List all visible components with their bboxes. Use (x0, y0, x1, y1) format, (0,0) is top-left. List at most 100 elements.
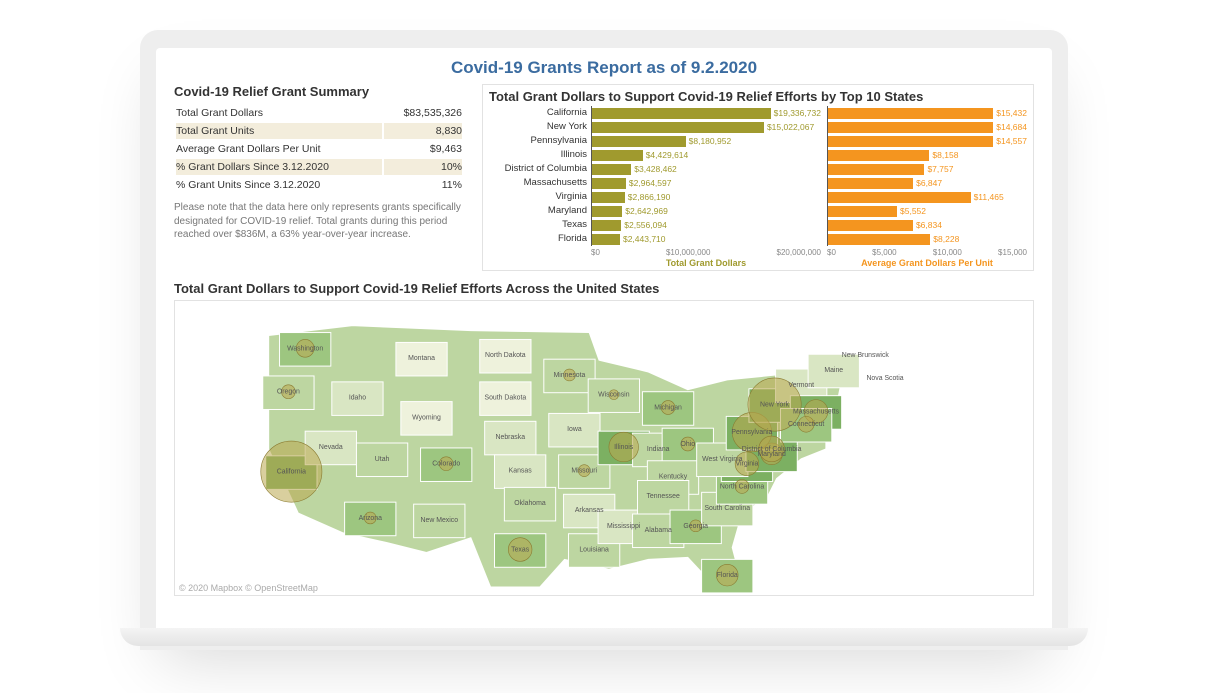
bar-row[interactable]: $15,022,067 (592, 120, 821, 134)
state-label: Maine (824, 367, 843, 374)
state-label: Wyoming (412, 414, 441, 421)
top10-bar-chart[interactable]: Total Grant Dollars to Support Covid-19 … (482, 84, 1034, 271)
bar[interactable] (592, 192, 625, 203)
laptop-base (120, 628, 1088, 646)
bar[interactable] (592, 108, 771, 119)
state-label: Idaho (349, 395, 366, 402)
bar-value-label: $14,557 (996, 136, 1027, 146)
bar[interactable] (828, 178, 913, 189)
bar-value-label: $6,834 (916, 220, 942, 230)
state-label: Indiana (647, 446, 670, 453)
bar-row[interactable]: $2,964,597 (592, 176, 821, 190)
bar-row[interactable]: $6,834 (828, 218, 1027, 232)
state-label: Texas (511, 546, 530, 553)
usa-map[interactable]: WashingtonOregonCaliforniaNevadaIdahoMon… (175, 301, 1033, 593)
bar-row[interactable]: $7,757 (828, 162, 1027, 176)
bar-row[interactable]: $14,557 (828, 134, 1027, 148)
state-label: Mississippi (607, 523, 641, 530)
table-row: Total Grant Dollars$83,535,326 (176, 105, 462, 121)
state-label: New York (760, 402, 790, 409)
state-label: Missouri (571, 468, 597, 475)
state-label: Georgia (683, 523, 708, 530)
state-label: Florida (717, 572, 738, 579)
bar-row[interactable]: $4,429,614 (592, 148, 821, 162)
summary-title: Covid-19 Relief Grant Summary (174, 84, 464, 99)
axis-ticks-avg: $0 $5,000 $10,000 $15,000 (827, 248, 1027, 257)
bar-value-label: $6,847 (916, 178, 942, 188)
bar-row[interactable]: $5,552 (828, 204, 1027, 218)
axis-label-avg: Average Grant Dollars Per Unit (827, 258, 1027, 268)
state-label: Oregon (277, 389, 300, 396)
bar[interactable] (828, 122, 993, 133)
bar-value-label: $5,552 (900, 206, 926, 216)
table-row: Total Grant Units8,830 (176, 123, 462, 139)
map-chart[interactable]: WashingtonOregonCaliforniaNevadaIdahoMon… (174, 300, 1034, 596)
bar-value-label: $2,443,710 (623, 234, 666, 244)
bar[interactable] (592, 220, 621, 231)
bar-category-labels: CaliforniaNew YorkPennsylvaniaIllinoisDi… (489, 106, 591, 246)
state-label: North Carolina (720, 483, 765, 490)
bar[interactable] (592, 206, 622, 217)
bar[interactable] (828, 206, 897, 217)
axis-ticks-dollars: $0 $10,000,000 $20,000,000 (591, 248, 821, 257)
bar-row[interactable]: $2,443,710 (592, 232, 821, 246)
state-label: New Brunswick (842, 352, 890, 359)
bar[interactable] (592, 122, 764, 133)
state-label: New Mexico (421, 517, 459, 524)
state-label: Utah (375, 456, 390, 463)
bar-row[interactable]: $15,432 (828, 106, 1027, 120)
state-label: Connecticut (788, 421, 824, 428)
bar[interactable] (592, 164, 631, 175)
bar[interactable] (828, 136, 993, 147)
bar[interactable] (592, 150, 643, 161)
state-label: Minnesota (554, 372, 586, 379)
bar[interactable] (592, 136, 686, 147)
state-label: Louisiana (579, 546, 609, 553)
state-label: District of Columbia (742, 446, 802, 453)
bar-value-label: $8,228 (933, 234, 959, 244)
bar-row[interactable]: $2,642,969 (592, 204, 821, 218)
bar-row[interactable]: $8,158 (828, 148, 1027, 162)
bar-chart-total-dollars[interactable]: $19,336,732 $15,022,067 $8,180,952$4,429,6… (591, 106, 821, 246)
bar-row[interactable]: $2,556,094 (592, 218, 821, 232)
bar-chart-avg-per-unit[interactable]: $15,432 $14,684 $14,557 $8,158 $7,757 $6,847 $… (827, 106, 1027, 246)
bar[interactable] (828, 192, 971, 203)
bar[interactable] (592, 178, 626, 189)
bars-title: Total Grant Dollars to Support Covid-19 … (489, 89, 1027, 104)
bar-value-label: $2,866,190 (628, 192, 671, 202)
map-section: Total Grant Dollars to Support Covid-19 … (174, 281, 1034, 596)
bar-row[interactable]: $8,228 (828, 232, 1027, 246)
bar-row[interactable]: $3,428,462 (592, 162, 821, 176)
state-label: Kentucky (659, 474, 688, 481)
bar-row[interactable]: $19,336,732 (592, 106, 821, 120)
state-label: Vermont (788, 382, 814, 389)
state-label: West Virginia (702, 456, 743, 463)
bar[interactable] (828, 220, 913, 231)
summary-table: Total Grant Dollars$83,535,326 Total Gra… (174, 103, 464, 195)
map-attribution: © 2020 Mapbox © OpenStreetMap (179, 583, 318, 593)
bar[interactable] (828, 150, 929, 161)
bar-value-label: $15,022,067 (767, 122, 814, 132)
bar-value-label: $8,158 (932, 150, 958, 160)
bar[interactable] (828, 234, 930, 245)
bar[interactable] (828, 108, 993, 119)
laptop-frame: Covid-19 Grants Report as of 9.2.2020 Co… (140, 30, 1068, 650)
table-row: Average Grant Dollars Per Unit$9,463 (176, 141, 462, 157)
bar-row[interactable]: $11,465 (828, 190, 1027, 204)
state-label: Nova Scotia (866, 375, 903, 382)
state-label: Michigan (654, 404, 682, 411)
bar[interactable] (592, 234, 620, 245)
state-label: Colorado (432, 461, 460, 468)
bar-row[interactable]: $8,180,952 (592, 134, 821, 148)
state-label: South Dakota (484, 395, 526, 402)
report-title: Covid-19 Grants Report as of 9.2.2020 (174, 58, 1034, 78)
bar-row[interactable]: $2,866,190 (592, 190, 821, 204)
bar[interactable] (828, 164, 925, 175)
table-row: % Grant Units Since 3.12.202011% (176, 177, 462, 193)
bar-value-label: $19,336,732 (774, 108, 821, 118)
bar-row[interactable]: $14,684 (828, 120, 1027, 134)
bar-value-label: $15,432 (996, 108, 1027, 118)
bar-row[interactable]: $6,847 (828, 176, 1027, 190)
summary-panel: Covid-19 Relief Grant Summary Total Gran… (174, 84, 464, 271)
state-label: Washington (287, 345, 323, 352)
